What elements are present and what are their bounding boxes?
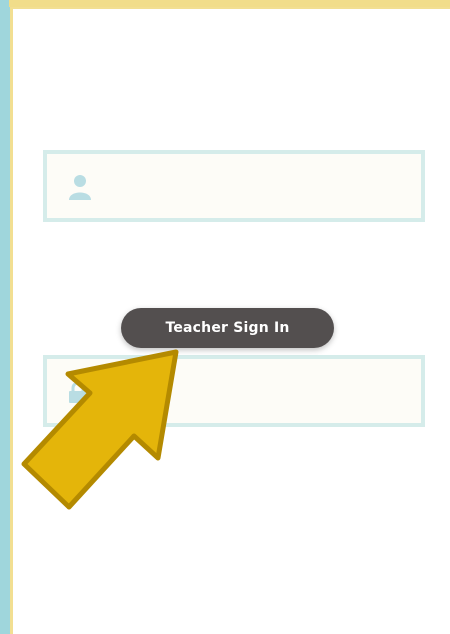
top-frame-accent bbox=[0, 0, 450, 7]
lock-icon bbox=[67, 381, 89, 403]
left-frame-accent bbox=[0, 0, 9, 634]
password-field[interactable] bbox=[43, 355, 425, 427]
teacher-sign-in-tooltip: Teacher Sign In bbox=[121, 308, 334, 348]
username-input[interactable] bbox=[102, 154, 416, 220]
password-input[interactable] bbox=[102, 359, 416, 425]
user-icon bbox=[69, 174, 91, 200]
username-field[interactable] bbox=[43, 150, 425, 222]
